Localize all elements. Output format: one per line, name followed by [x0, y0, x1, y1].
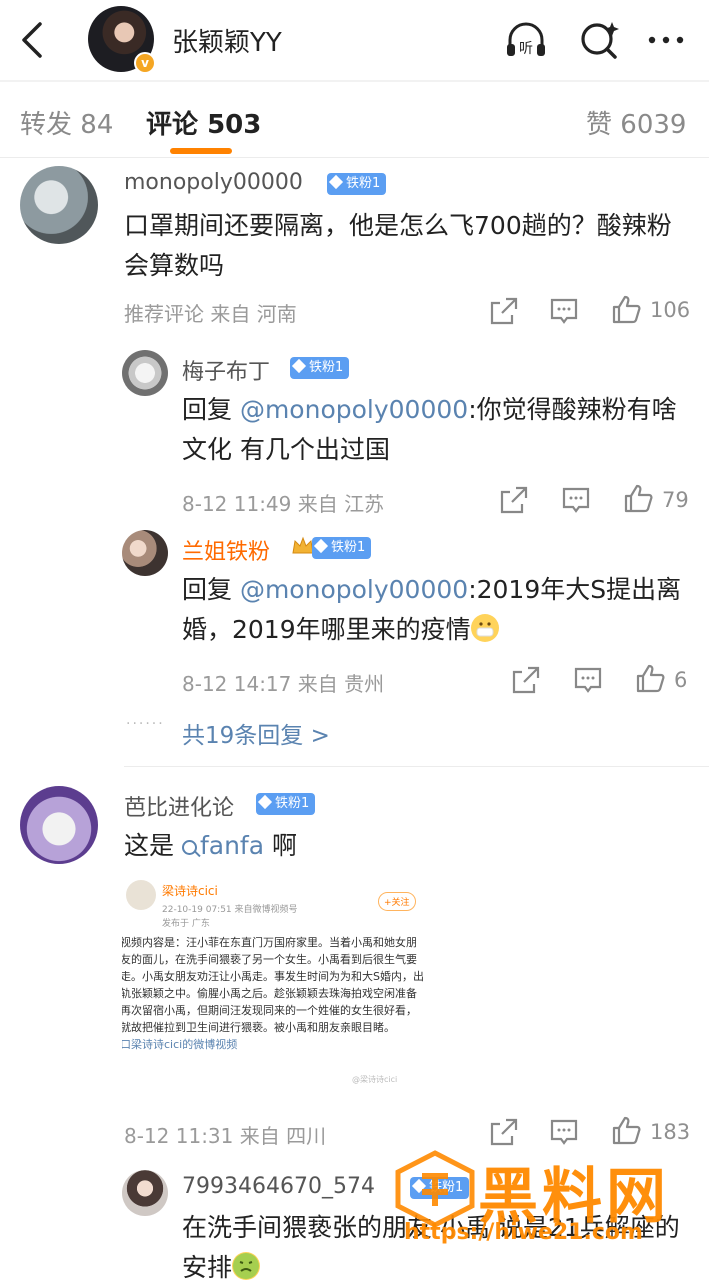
- mention-link[interactable]: @monopoly00000: [240, 395, 468, 424]
- listen-headphones-icon[interactable]: 听: [504, 18, 548, 62]
- reply-comment-icon[interactable]: [560, 484, 592, 516]
- diamond-icon: [291, 358, 307, 374]
- like-thumb-icon[interactable]: [634, 663, 666, 695]
- watermark-logo-icon: [395, 1150, 475, 1228]
- commenter-avatar[interactable]: [20, 786, 98, 864]
- comment-text-prefix: 这是: [124, 831, 182, 860]
- reply-text: 回复 @monopoly00000:2019年大S提出离婚，2019年哪里来的疫…: [182, 570, 687, 650]
- embed-body-text: 视频内容是：汪小菲在东直门万国府家里。当着小禹和她女朋友的面儿，在洗手间猥亵了另…: [122, 936, 424, 1034]
- verified-badge-icon: v: [134, 52, 156, 74]
- tab-likes-count: 6039: [620, 110, 687, 140]
- fan-badge: 铁粉1: [256, 793, 316, 815]
- reply-username[interactable]: 梅子布丁: [182, 354, 270, 386]
- tab-reposts-label: 转发: [20, 110, 73, 140]
- fan-badge: 铁粉1: [327, 173, 387, 195]
- fan-badge: 铁粉1: [290, 357, 350, 379]
- search-term: fanfa: [199, 831, 265, 860]
- search-icon: [181, 840, 197, 855]
- comment-meta: 推荐评论 来自 河南: [124, 302, 297, 326]
- like-thumb-icon[interactable]: [610, 1115, 642, 1147]
- profile-name[interactable]: 张颖颖YY: [172, 22, 282, 59]
- reply-comment-icon[interactable]: [572, 664, 604, 696]
- diamond-icon: [328, 174, 344, 190]
- embed-watermark: @梁诗诗cici: [352, 1075, 398, 1084]
- tab-comments[interactable]: 评论 503: [146, 104, 261, 141]
- tabs-divider: [0, 157, 709, 158]
- svg-text:听: 听: [519, 41, 533, 57]
- active-tab-indicator: [170, 148, 232, 154]
- share-icon[interactable]: [498, 484, 530, 516]
- tab-likes[interactable]: 赞 6039: [586, 104, 686, 141]
- comment-divider: [124, 766, 709, 767]
- tab-reposts-count: 84: [80, 110, 114, 140]
- reply-meta: 8-12 14:17 来自 贵州: [182, 672, 385, 696]
- comment-username[interactable]: 芭比进化论: [124, 790, 234, 822]
- embed-body: 视频内容是：汪小菲在东直门万国府家里。当着小禹和她女朋友的面儿，在洗手间猥亵了另…: [122, 934, 424, 1053]
- reply-username[interactable]: 7993464670_574: [182, 1174, 375, 1199]
- back-arrow-icon[interactable]: [14, 18, 54, 62]
- embed-location: 发布于 广东: [162, 919, 210, 929]
- like-count: 79: [662, 488, 689, 512]
- thread-dots: ······: [126, 716, 165, 732]
- reply-avatar[interactable]: [122, 350, 168, 396]
- top-bar: v 张颖颖YY 听: [0, 0, 709, 80]
- search-sparkle-icon[interactable]: [578, 18, 622, 62]
- share-icon[interactable]: [488, 1116, 520, 1148]
- fan-badge-label: 铁粉1: [331, 540, 366, 555]
- diamond-icon: [313, 538, 329, 554]
- embed-username: 梁诗诗cici: [162, 884, 218, 898]
- like-count: 106: [650, 298, 691, 322]
- embed-meta: 22-10-19 07:51 来自微博视频号: [162, 905, 298, 915]
- reply-text: 回复 @monopoly00000:你觉得酸辣粉有啥文化 有几个出过国: [182, 390, 687, 470]
- tab-comments-label: 评论: [146, 110, 199, 140]
- tab-likes-label: 赞: [586, 110, 613, 140]
- embed-avatar: [126, 880, 156, 910]
- reply-meta: 8-12 11:49 来自 江苏: [182, 492, 385, 516]
- reply-prefix: 回复: [182, 395, 240, 424]
- fan-badge-label: 铁粉1: [309, 360, 344, 375]
- tab-bar: 转发 84 评论 503 赞 6039: [0, 82, 709, 158]
- search-link[interactable]: fanfa: [181, 831, 265, 860]
- embed-follow-button: +关注: [378, 892, 416, 911]
- embedded-image[interactable]: 梁诗诗cici 22-10-19 07:51 来自微博视频号 发布于 广东 +关…: [122, 874, 424, 1094]
- comment-text: 口罩期间还要隔离，他是怎么飞700趟的？酸辣粉会算数吗: [124, 211, 672, 280]
- like-count: 183: [650, 1120, 691, 1144]
- watermark-url: https://hiwe21.com: [404, 1220, 643, 1245]
- share-icon[interactable]: [510, 664, 542, 696]
- share-icon[interactable]: [488, 295, 520, 327]
- reply-comment-icon[interactable]: [548, 1116, 580, 1148]
- tab-comments-count: 503: [207, 110, 262, 140]
- like-thumb-icon[interactable]: [622, 483, 654, 515]
- comment-text-suffix: 啊: [264, 831, 297, 860]
- comment-text: 这是 fanfa 啊: [124, 826, 684, 866]
- mention-link[interactable]: @monopoly00000: [240, 575, 468, 604]
- comment-username[interactable]: monopoly00000: [124, 170, 303, 195]
- like-thumb-icon[interactable]: [610, 294, 642, 326]
- reply-avatar[interactable]: [122, 1170, 168, 1216]
- fan-badge-label: 铁粉1: [346, 176, 381, 191]
- reply-prefix: 回复: [182, 575, 240, 604]
- fan-badge: 铁粉1: [312, 537, 372, 559]
- reply-username[interactable]: 兰姐铁粉: [182, 534, 270, 566]
- reply-avatar[interactable]: [122, 530, 168, 576]
- comment-meta: 8-12 11:31 来自 四川: [124, 1124, 327, 1148]
- profile-avatar[interactable]: v: [88, 6, 156, 74]
- reply-comment-icon[interactable]: [548, 295, 580, 327]
- nauseated-face-emoji-icon: [232, 1252, 261, 1280]
- mask-face-emoji-icon: [470, 614, 499, 642]
- fan-badge-label: 铁粉1: [275, 796, 310, 811]
- tab-reposts[interactable]: 转发 84: [20, 104, 113, 141]
- embed-video-link: 口梁诗诗cici的微博视频: [122, 1038, 238, 1051]
- commenter-avatar[interactable]: [20, 166, 98, 244]
- more-replies-link[interactable]: 共19条回复 >: [182, 716, 330, 750]
- more-options-icon[interactable]: [644, 18, 688, 62]
- like-count: 6: [674, 668, 688, 692]
- diamond-icon: [257, 794, 273, 810]
